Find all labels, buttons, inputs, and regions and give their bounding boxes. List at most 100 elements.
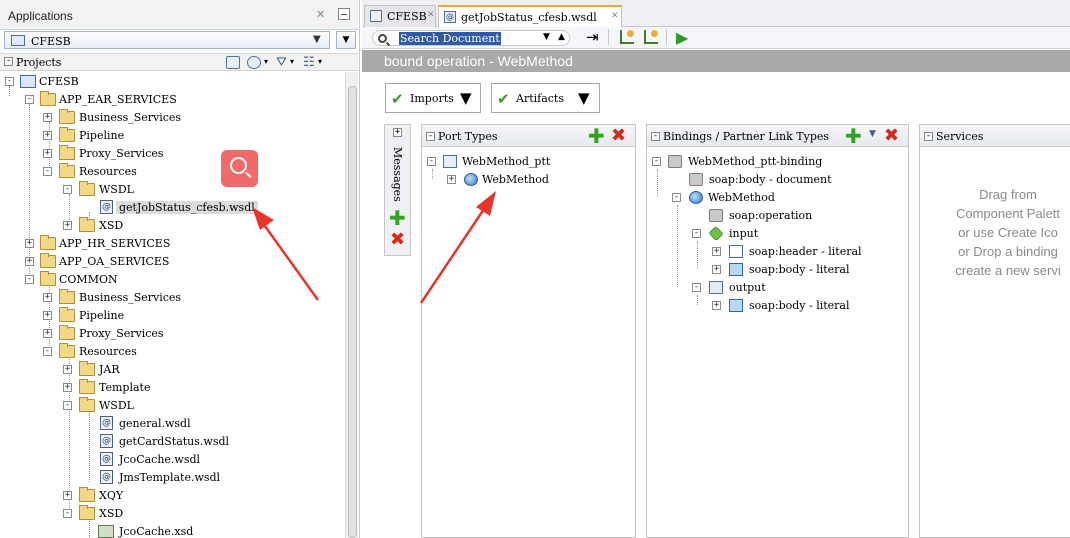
vertical-scrollbar[interactable] [345, 72, 358, 538]
working-sets-icon[interactable]: ☷ [303, 55, 315, 70]
application-menu-button[interactable]: ▼ [336, 31, 356, 49]
add-icon[interactable]: ✚ [389, 208, 406, 228]
tab-cfesb[interactable]: CFESB ✕ [364, 5, 436, 27]
binding-item[interactable]: - WebMethod [647, 189, 905, 207]
tree-item[interactable]: + Business_Services [0, 289, 340, 307]
tree-item[interactable]: + XQY [0, 487, 340, 505]
tree-item[interactable]: + Template [0, 379, 340, 397]
chevron-down-icon[interactable]: ▾ [318, 57, 322, 66]
tree-item[interactable]: - WSDL [0, 181, 340, 199]
tree-item[interactable]: @ JmsTemplate.wsdl [0, 469, 340, 487]
refresh-icon[interactable] [247, 56, 261, 69]
chevron-down-icon[interactable]: ▾ [290, 57, 294, 66]
wsdl-file-icon: @ [444, 11, 456, 23]
tree-item[interactable]: + Pipeline [0, 127, 340, 145]
project-icon [20, 75, 36, 88]
wsdl-file-icon: @ [100, 416, 113, 430]
binding-item[interactable]: soap:body - document [647, 171, 905, 189]
collapse-icon[interactable]: - [426, 132, 435, 141]
collapse-icon[interactable]: - [4, 57, 13, 66]
delete-icon[interactable]: ✖ [390, 231, 405, 249]
search-overlay-button[interactable] [221, 150, 258, 187]
wsdl-file-icon: @ [100, 470, 113, 484]
tree-item[interactable]: - XSD [0, 505, 340, 523]
tree-item[interactable]: - APP_EAR_SERVICES [0, 91, 340, 109]
arrow-down-icon[interactable]: ▼ [543, 32, 550, 42]
scrollbar-thumb[interactable] [348, 86, 357, 538]
expand-icon[interactable]: + [393, 128, 402, 137]
close-icon[interactable]: ✕ [427, 10, 435, 20]
tree-item[interactable]: + Pipeline [0, 307, 340, 325]
tab-getjobstatus-wsdl[interactable]: @ getJobStatus_cfesb.wsdl ✕ [438, 5, 622, 27]
run-icon[interactable]: ▶ [676, 28, 688, 47]
tree-item[interactable]: - CFESB [0, 73, 340, 91]
tree-item[interactable]: + APP_HR_SERVICES [0, 235, 340, 253]
chevron-down-icon[interactable]: ▼ [869, 129, 876, 139]
tree-item[interactable]: - COMMON [0, 271, 340, 289]
add-icon[interactable]: ✚ [845, 126, 862, 146]
port-type-item[interactable]: - WebMethod_ptt [422, 153, 632, 171]
validate-icon[interactable] [620, 30, 634, 44]
tree-item[interactable]: + Proxy_Services [0, 145, 340, 163]
binding-item[interactable]: - WebMethod_ptt-binding [647, 153, 905, 171]
generate-icon[interactable] [644, 30, 658, 44]
folder-icon [79, 181, 95, 196]
collapse-icon[interactable]: - [651, 132, 660, 141]
collapse-icon[interactable]: - [924, 132, 933, 141]
binding-item[interactable]: soap:operation [647, 207, 905, 225]
folder-icon [40, 271, 56, 286]
projects-bar: - Projects ▾ ⛛ ▾ ☷ ▾ [0, 53, 358, 71]
close-icon[interactable]: ✕ [611, 11, 619, 21]
search-icon [230, 157, 247, 174]
artifacts-button[interactable]: ✔ Artifacts ▼ [491, 83, 600, 113]
folder-icon [79, 397, 95, 412]
folder-icon [79, 505, 95, 520]
soap-body-icon [729, 263, 743, 276]
search-input[interactable]: Search Document [399, 32, 501, 45]
tree-item[interactable]: JcoCache.xsd [0, 523, 340, 538]
search-document-box[interactable]: Search Document ▼ ▲ [372, 30, 570, 46]
add-icon[interactable]: ✚ [588, 126, 605, 146]
delete-icon[interactable]: ✖ [884, 127, 899, 145]
tree-item[interactable]: @ getCardStatus.wsdl [0, 433, 340, 451]
binding-item[interactable]: - output [647, 279, 905, 297]
chevron-down-icon: ▼ [578, 89, 590, 107]
search-projects-icon[interactable] [226, 56, 240, 69]
tree-item-selected[interactable]: @ getJobStatus_cfesb.wsdl [0, 199, 340, 217]
messages-panel: + Messages ✚ ✖ [384, 124, 411, 256]
chevron-down-icon[interactable]: ▾ [264, 57, 268, 66]
tree-item[interactable]: @ general.wsdl [0, 415, 340, 433]
folder-icon [40, 91, 56, 106]
binding-item[interactable]: + soap:header - literal [647, 243, 905, 261]
tree-item[interactable]: @ JcoCache.wsdl [0, 451, 340, 469]
projects-label: Projects [16, 56, 62, 69]
binding-item[interactable]: + soap:body - literal [647, 297, 905, 315]
tree-item[interactable]: - WSDL [0, 397, 340, 415]
tree-item[interactable]: + JAR [0, 361, 340, 379]
close-icon[interactable]: ✕ [316, 8, 325, 21]
delete-icon[interactable]: ✖ [611, 127, 626, 145]
soap-body-icon [729, 299, 743, 312]
arrow-up-icon[interactable]: ▲ [558, 32, 565, 42]
binding-icon [668, 155, 682, 168]
tree-item[interactable]: + Proxy_Services [0, 325, 340, 343]
application-select[interactable]: CFESB ▼ [4, 31, 330, 49]
imports-button[interactable]: ✔ Imports ▼ [385, 83, 481, 113]
tree-item[interactable]: - Resources [0, 343, 340, 361]
binding-item[interactable]: + soap:body - literal [647, 261, 905, 279]
filter-icon[interactable]: ⛛ [276, 55, 287, 70]
goto-source-icon[interactable]: ⇥ [586, 28, 599, 46]
tree-item[interactable]: + XSD [0, 217, 340, 235]
tree-item[interactable]: + APP_OA_SERVICES [0, 253, 340, 271]
folder-icon [59, 109, 75, 124]
binding-item[interactable]: - input [647, 225, 905, 243]
application-icon [11, 35, 25, 46]
tree-item[interactable]: - Resources [0, 163, 340, 181]
tree-item[interactable]: + Business_Services [0, 109, 340, 127]
editor-toolbar: Search Document ▼ ▲ ⇥ ▶ [362, 27, 1070, 49]
soap-header-icon [729, 245, 743, 258]
operation-item[interactable]: + WebMethod [422, 171, 632, 189]
folder-icon [40, 235, 56, 250]
minimize-icon[interactable] [338, 8, 350, 20]
port-types-panel: - Port Types ✚ ✖ - WebMethod_ptt + WebMe… [421, 124, 636, 538]
